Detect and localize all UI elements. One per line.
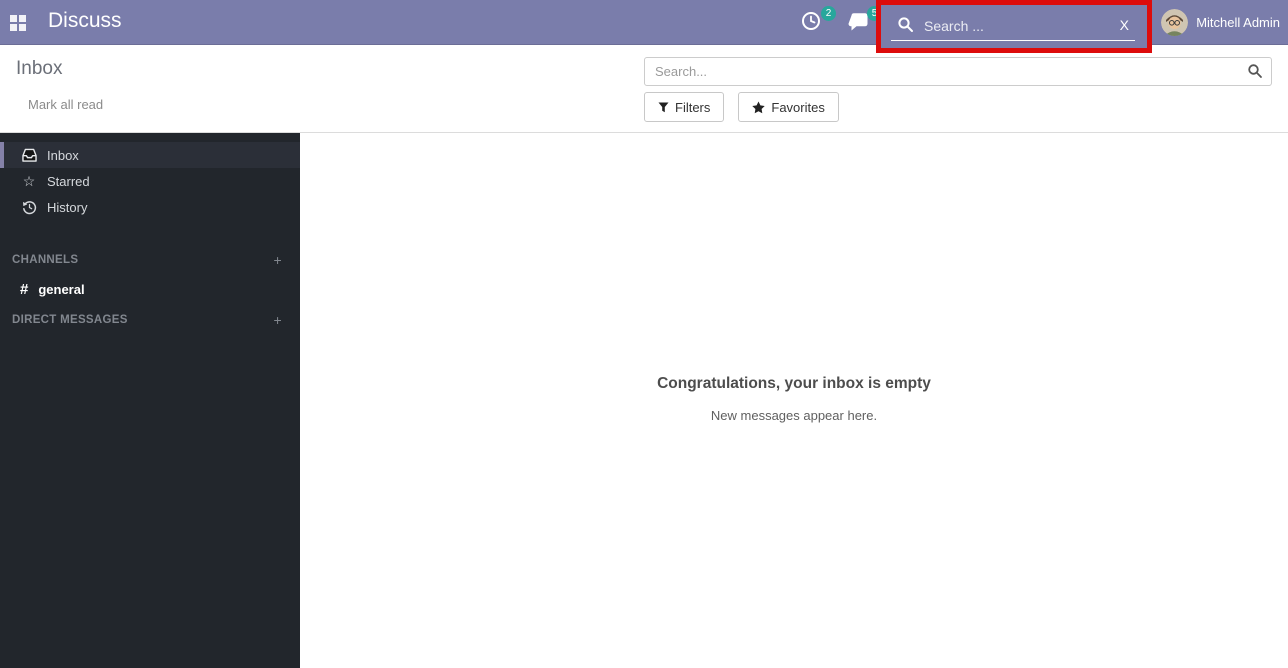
search-icon[interactable]	[1247, 63, 1263, 79]
systray-search-input[interactable]	[924, 18, 1114, 34]
filters-button[interactable]: Filters	[644, 92, 724, 122]
add-direct-message-button[interactable]: +	[274, 312, 282, 328]
systray-search: X	[891, 11, 1135, 41]
mark-all-read-button[interactable]: Mark all read	[28, 97, 103, 112]
sidebar-item-starred[interactable]: ☆ Starred	[0, 168, 300, 194]
sidebar-item-label: History	[47, 200, 87, 215]
top-navbar: Discuss 2 5 X	[0, 0, 1288, 45]
favorites-button[interactable]: Favorites	[738, 92, 838, 122]
star-outline-icon: ☆	[20, 173, 38, 190]
search-icon	[897, 16, 914, 33]
star-icon	[752, 101, 765, 114]
activities-button[interactable]: 2	[800, 9, 830, 37]
thread-area: Congratulations, your inbox is empty New…	[300, 133, 1288, 668]
dm-header-label: DIRECT MESSAGES	[12, 314, 128, 326]
discuss-sidebar: Inbox ☆ Starred History CHANNELS + # gen…	[0, 133, 300, 668]
user-menu[interactable]: Mitchell Admin	[1161, 0, 1280, 45]
channel-item-general[interactable]: # general	[0, 276, 300, 302]
direct-messages-section-header: DIRECT MESSAGES +	[0, 309, 300, 331]
apps-grid-icon[interactable]	[10, 15, 26, 31]
history-icon	[20, 200, 38, 215]
favorites-label: Favorites	[771, 100, 824, 115]
content-search	[644, 57, 1272, 86]
sidebar-item-inbox[interactable]: Inbox	[0, 142, 300, 168]
breadcrumb: Inbox	[16, 58, 62, 80]
app-title[interactable]: Discuss	[48, 9, 122, 33]
inbox-icon	[20, 148, 38, 162]
channels-section-header: CHANNELS +	[0, 249, 300, 271]
user-name: Mitchell Admin	[1196, 15, 1280, 30]
channels-header-label: CHANNELS	[12, 254, 78, 266]
systray-search-highlight-box: X	[876, 0, 1152, 53]
activity-count-badge: 2	[821, 6, 836, 21]
discuss-app: Discuss 2 5 X	[0, 0, 1288, 668]
messages-button[interactable]: 5	[846, 9, 876, 37]
empty-state-title: Congratulations, your inbox is empty	[300, 375, 1288, 393]
sidebar-item-label: Inbox	[47, 148, 79, 163]
empty-state-subtitle: New messages appear here.	[300, 408, 1288, 423]
sidebar-item-history[interactable]: History	[0, 194, 300, 220]
channel-label: general	[38, 282, 84, 297]
sidebar-item-label: Starred	[47, 174, 90, 189]
clear-search-button[interactable]: X	[1120, 17, 1129, 33]
content-search-input[interactable]	[644, 57, 1272, 86]
control-panel: Inbox Mark all read Filters Favorites	[0, 45, 1288, 133]
hash-icon: #	[20, 281, 28, 298]
filters-label: Filters	[675, 100, 710, 115]
user-avatar	[1161, 9, 1188, 36]
filter-toolbar: Filters Favorites	[644, 92, 839, 122]
funnel-icon	[658, 102, 669, 113]
add-channel-button[interactable]: +	[274, 252, 282, 268]
